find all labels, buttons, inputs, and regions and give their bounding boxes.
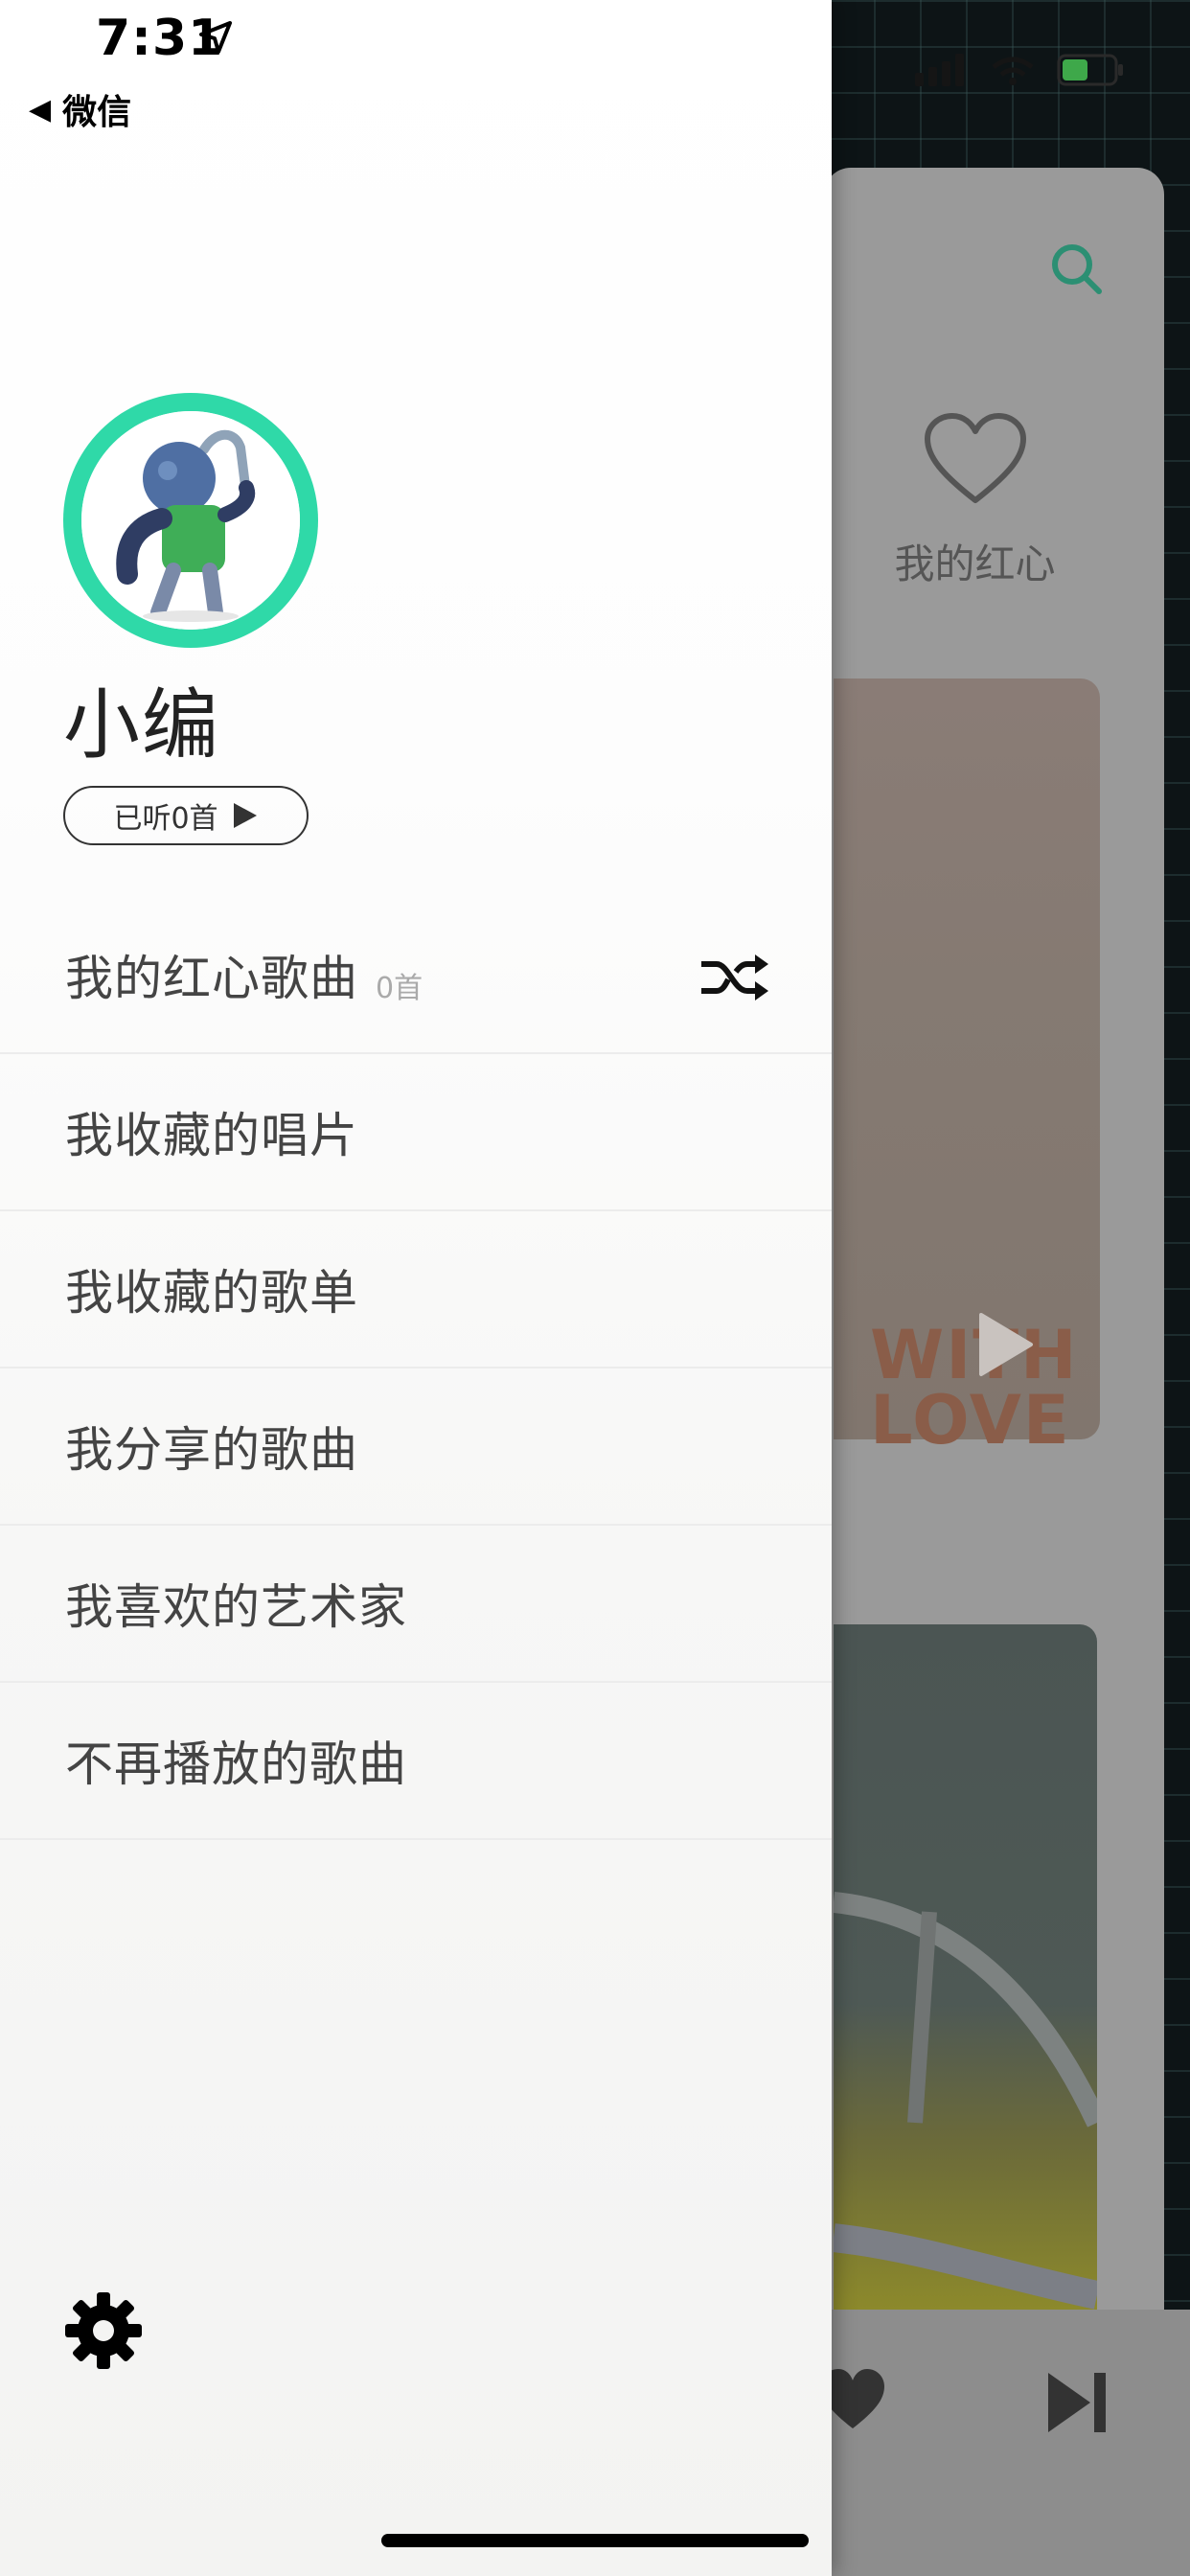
listened-count-label: 已听0首 [113, 802, 218, 836]
username: 小编 [63, 680, 220, 770]
menu-item-favorite-artists[interactable]: 我喜欢的艺术家 [0, 1526, 832, 1683]
menu-item-label: 我收藏的歌单 [65, 1265, 358, 1321]
menu-item-label: 我收藏的唱片 [65, 1108, 358, 1163]
menu-item-label: 我分享的歌曲 [65, 1422, 358, 1478]
menu-item-label: 我的红心歌曲 [65, 951, 358, 1006]
menu-list: 我的红心歌曲 0首 我收藏的唱片 我收藏的歌单 我分享的歌曲 我喜欢的艺术家 不… [0, 897, 832, 1840]
menu-item-blocked-songs[interactable]: 不再播放的歌曲 [0, 1683, 832, 1840]
menu-item-saved-albums[interactable]: 我收藏的唱片 [0, 1054, 832, 1211]
shuffle-icon[interactable] [699, 951, 770, 1004]
avatar-image [81, 411, 300, 630]
home-indicator [381, 2534, 809, 2547]
back-arrow-icon: ◀ [29, 92, 52, 126]
play-icon[interactable] [977, 1311, 1035, 1378]
back-label: 微信 [62, 93, 132, 132]
album-cover[interactable] [834, 1624, 1097, 2314]
menu-item-saved-playlists[interactable]: 我收藏的歌单 [0, 1211, 832, 1368]
mini-player [824, 2310, 1190, 2576]
avatar[interactable] [63, 393, 318, 648]
back-to-wechat-link[interactable]: ◀ 微信 [29, 84, 131, 134]
menu-item-shared-songs[interactable]: 我分享的歌曲 [0, 1368, 832, 1526]
search-icon[interactable] [1049, 242, 1105, 297]
play-icon [232, 801, 259, 830]
gear-icon[interactable] [63, 2290, 144, 2371]
heart-collection-label: 我的红心 [894, 540, 1056, 587]
menu-item-liked-songs[interactable]: 我的红心歌曲 0首 [0, 897, 832, 1054]
side-drawer: 7:31 ◀ 微信 小编 已听0首 我的红心歌曲 0首 我收藏的唱片 我收藏的歌… [0, 0, 832, 2576]
menu-item-count: 0首 [376, 972, 423, 1005]
next-track-icon[interactable] [1044, 2369, 1110, 2436]
location-arrow-icon [199, 21, 232, 54]
menu-item-label: 我喜欢的艺术家 [65, 1579, 407, 1635]
menu-item-label: 不再播放的歌曲 [65, 1736, 407, 1792]
status-icons [915, 50, 1164, 92]
listened-count-button[interactable]: 已听0首 [63, 786, 309, 845]
heart-icon[interactable] [922, 412, 1029, 508]
